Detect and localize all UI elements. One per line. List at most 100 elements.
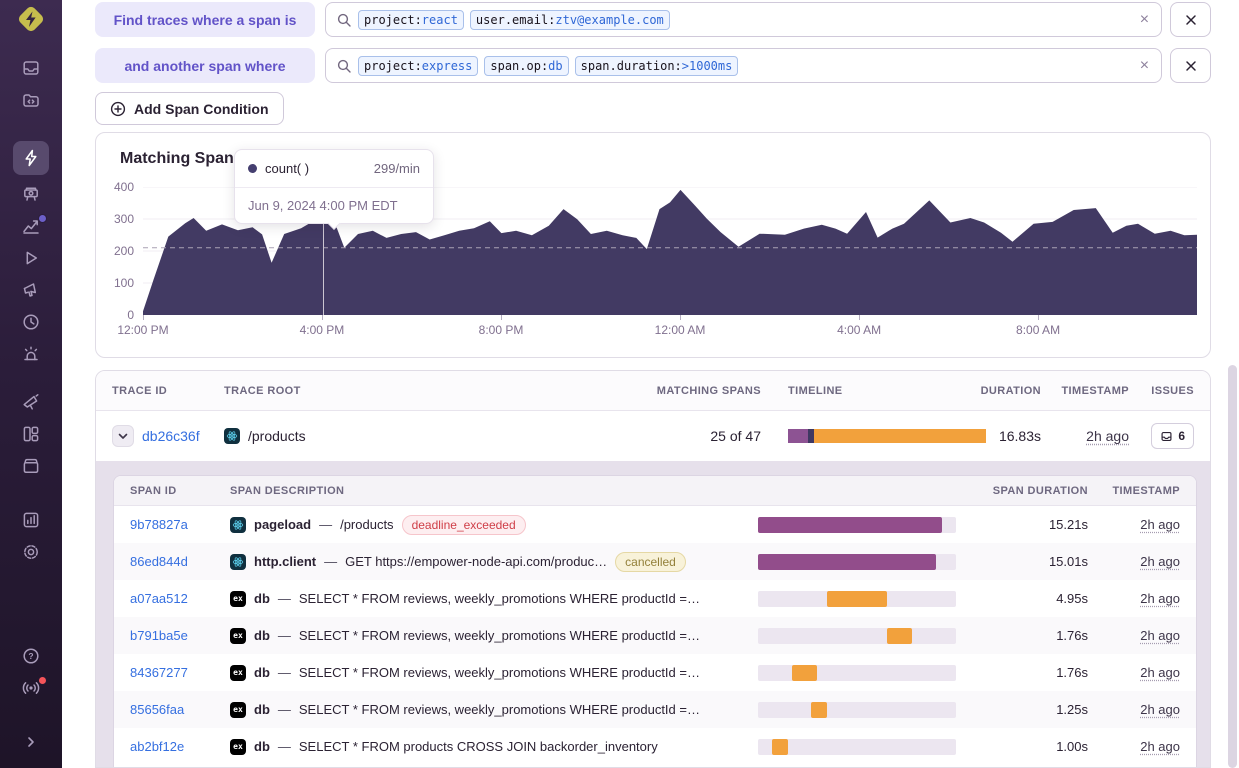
span-op: db xyxy=(254,628,270,643)
app-root: ? Find traces where a span is project:re… xyxy=(0,0,1239,768)
col-timestamp: TIMESTAMP xyxy=(1041,385,1129,397)
span-timestamp[interactable]: 2h ago xyxy=(1140,591,1180,606)
inbox-icon xyxy=(21,58,41,78)
clear-search-icon[interactable]: × xyxy=(1138,12,1151,28)
span-row[interactable]: a07aa512 ex db — SELECT * FROM reviews, … xyxy=(114,580,1196,617)
span-op: db xyxy=(254,665,270,680)
span-id-link[interactable]: ab2bf12e xyxy=(130,739,184,754)
y-tick-label: 0 xyxy=(96,308,134,322)
search-input-2[interactable]: project:express span.op:db span.duration:>… xyxy=(325,48,1162,83)
separator: — xyxy=(278,702,291,717)
remove-condition-button[interactable] xyxy=(1170,2,1211,37)
trace-issues-button[interactable]: 6 xyxy=(1151,423,1194,449)
filter-token[interactable]: project:express xyxy=(358,56,478,76)
x-tick-label: 4:00 PM xyxy=(282,323,362,337)
span-timestamp[interactable]: 2h ago xyxy=(1140,517,1180,532)
search-icon xyxy=(336,58,352,74)
span-op: http.client xyxy=(254,554,316,569)
remove-condition-button[interactable] xyxy=(1170,48,1211,83)
main-content: Find traces where a span is project:reac… xyxy=(62,0,1239,768)
sidebar-item-releases[interactable] xyxy=(13,179,49,209)
filter-token[interactable]: span.op:db xyxy=(484,56,568,76)
span-row[interactable]: 85656faa ex db — SELECT * FROM reviews, … xyxy=(114,691,1196,728)
clear-search-icon[interactable]: × xyxy=(1138,58,1151,74)
span-timestamp[interactable]: 2h ago xyxy=(1140,554,1180,569)
svg-text:?: ? xyxy=(28,651,33,661)
span-row[interactable]: b791ba5e ex db — SELECT * FROM reviews, … xyxy=(114,617,1196,654)
col-trace-root: TRACE ROOT xyxy=(224,385,621,397)
express-project-icon: ex xyxy=(230,665,246,681)
x-tick-label: 4:00 AM xyxy=(819,323,899,337)
status-badge: cancelled xyxy=(615,552,686,572)
timeline-segment xyxy=(788,429,808,443)
sidebar-item-discover[interactable] xyxy=(13,387,49,417)
filter-token[interactable]: span.duration:>1000ms xyxy=(575,56,739,76)
collapse-trace-button[interactable] xyxy=(112,425,134,447)
react-project-icon xyxy=(230,554,246,570)
sidebar-item-projects[interactable] xyxy=(13,85,49,115)
span-duration-bar xyxy=(758,665,956,681)
span-id-link[interactable]: b791ba5e xyxy=(130,628,188,643)
sidebar-item-issues[interactable] xyxy=(13,53,49,83)
span-id-link[interactable]: 84367277 xyxy=(130,665,188,680)
sidebar-item-broadcast[interactable] xyxy=(13,673,49,703)
express-project-icon: ex xyxy=(230,739,246,755)
span-timestamp[interactable]: 2h ago xyxy=(1140,665,1180,680)
sidebar-item-collections[interactable] xyxy=(13,451,49,481)
y-tick-label: 400 xyxy=(96,180,134,194)
filter-token[interactable]: user.email:ztv@example.com xyxy=(470,10,670,30)
span-timestamp[interactable]: 2h ago xyxy=(1140,739,1180,754)
col-timeline: TIMELINE xyxy=(761,385,961,397)
sidebar-bottom: ? xyxy=(13,640,49,768)
span-op: db xyxy=(254,702,270,717)
play-icon xyxy=(21,248,41,268)
span-timestamp[interactable]: 2h ago xyxy=(1140,628,1180,643)
col-duration: DURATION xyxy=(961,385,1041,397)
span-id-link[interactable]: 85656faa xyxy=(130,702,184,717)
trace-row[interactable]: db26c36f /products 25 of 47 16.83s 2h ag… xyxy=(96,411,1210,461)
span-row[interactable]: 84367277 ex db — SELECT * FROM reviews, … xyxy=(114,654,1196,691)
trace-timeline-bar[interactable] xyxy=(788,429,986,443)
sidebar-item-traces[interactable] xyxy=(13,141,49,175)
tooltip-series-label: count( ) xyxy=(265,161,309,176)
span-timestamp[interactable]: 2h ago xyxy=(1140,702,1180,717)
search-input-1[interactable]: project:reactuser.email:ztv@example.com … xyxy=(325,2,1162,37)
span-row[interactable]: 86ed844d http.client — GET https://empow… xyxy=(114,543,1196,580)
span-id-link[interactable]: 86ed844d xyxy=(130,554,188,569)
x-tick-mark xyxy=(322,315,323,320)
sidebar-item-stats[interactable] xyxy=(13,505,49,535)
span-description: SELECT * FROM products CROSS JOIN backor… xyxy=(299,739,658,754)
layout-columns-icon xyxy=(21,424,41,444)
add-span-condition-button[interactable]: Add Span Condition xyxy=(95,92,284,125)
separator: — xyxy=(278,739,291,754)
sidebar-item-replays[interactable] xyxy=(13,243,49,273)
span-id-link[interactable]: 9b78827a xyxy=(130,517,188,532)
sidebar-collapse-button[interactable] xyxy=(13,727,49,757)
trace-timestamp[interactable]: 2h ago xyxy=(1086,428,1129,444)
filter-token[interactable]: project:react xyxy=(358,10,464,30)
span-duration-value: 1.25s xyxy=(958,702,1088,717)
separator: — xyxy=(324,554,337,569)
sidebar-nav xyxy=(13,36,49,568)
sidebar-item-help[interactable]: ? xyxy=(13,641,49,671)
span-id-link[interactable]: a07aa512 xyxy=(130,591,188,606)
span-row[interactable]: 9b78827a pageload — /products deadline_e… xyxy=(114,506,1196,543)
span-description: SELECT * FROM reviews, weekly_promotions… xyxy=(299,665,700,680)
sidebar-item-insights[interactable] xyxy=(13,211,49,241)
span-table-header: SPAN ID SPAN DESCRIPTION SPAN DURATION T… xyxy=(114,476,1196,506)
sidebar-item-settings[interactable] xyxy=(13,537,49,567)
span-row[interactable]: ab2bf12e ex db — SELECT * FROM products … xyxy=(114,728,1196,765)
query-tokens: project:react user.email:ztv@example.com xyxy=(358,10,1132,30)
plus-circle-icon xyxy=(110,101,126,117)
span-duration-bar xyxy=(758,554,956,570)
x-tick-label: 8:00 PM xyxy=(461,323,541,337)
sentry-logo[interactable] xyxy=(14,2,48,36)
search-icon xyxy=(336,12,352,28)
trace-id-link[interactable]: db26c36f xyxy=(142,428,200,444)
sidebar-item-dashboards[interactable] xyxy=(13,419,49,449)
sidebar-item-feedback[interactable] xyxy=(13,275,49,305)
x-tick-mark xyxy=(680,315,681,320)
scrollbar-thumb[interactable] xyxy=(1228,365,1237,768)
sidebar-item-history[interactable] xyxy=(13,307,49,337)
sidebar-item-alerts[interactable] xyxy=(13,339,49,369)
